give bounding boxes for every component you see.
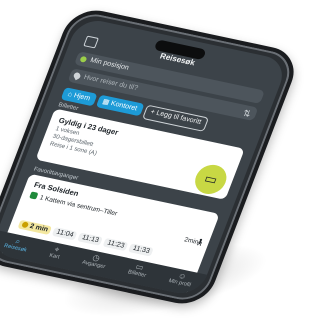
tab-min-profil[interactable]: ☺ Min profil	[168, 270, 195, 288]
to-placeholder: Hvor reiser du til?	[82, 73, 139, 93]
departure-time: 11:13	[77, 232, 104, 246]
walking-icon: 🚶︎	[194, 238, 206, 248]
departure-time: 2 min	[17, 219, 53, 236]
line-label: 1 Kattem via sentrum–Tiller	[38, 194, 119, 218]
from-value: Min posisjon	[89, 56, 130, 72]
office-chip-label: Kontoret	[109, 100, 139, 113]
departure-time: 11:33	[128, 243, 155, 257]
pin-icon	[72, 71, 82, 81]
bus-icon	[29, 191, 39, 200]
home-chip-label: Hjem	[72, 92, 92, 103]
tab-avganger[interactable]: ◷ Avganger	[81, 251, 109, 270]
tab-reisesok[interactable]: ⌕ Reisesøk	[3, 235, 31, 253]
ticket-icon: ▭	[190, 162, 231, 197]
swap-icon[interactable]: ⇅	[241, 106, 253, 121]
departure-time: 11:04	[52, 227, 78, 241]
departure-time-label: 2 min	[28, 223, 50, 234]
tab-kart[interactable]: ⌖ Kart	[48, 244, 63, 261]
office-chip[interactable]: ▦ Kontoret	[95, 94, 145, 117]
tab-label: Kart	[48, 252, 61, 261]
tab-billetter[interactable]: ▭ Billetter	[127, 261, 150, 279]
departure-time: 11:23	[102, 237, 129, 252]
location-dot-icon	[79, 55, 88, 63]
clock-icon	[21, 221, 30, 229]
